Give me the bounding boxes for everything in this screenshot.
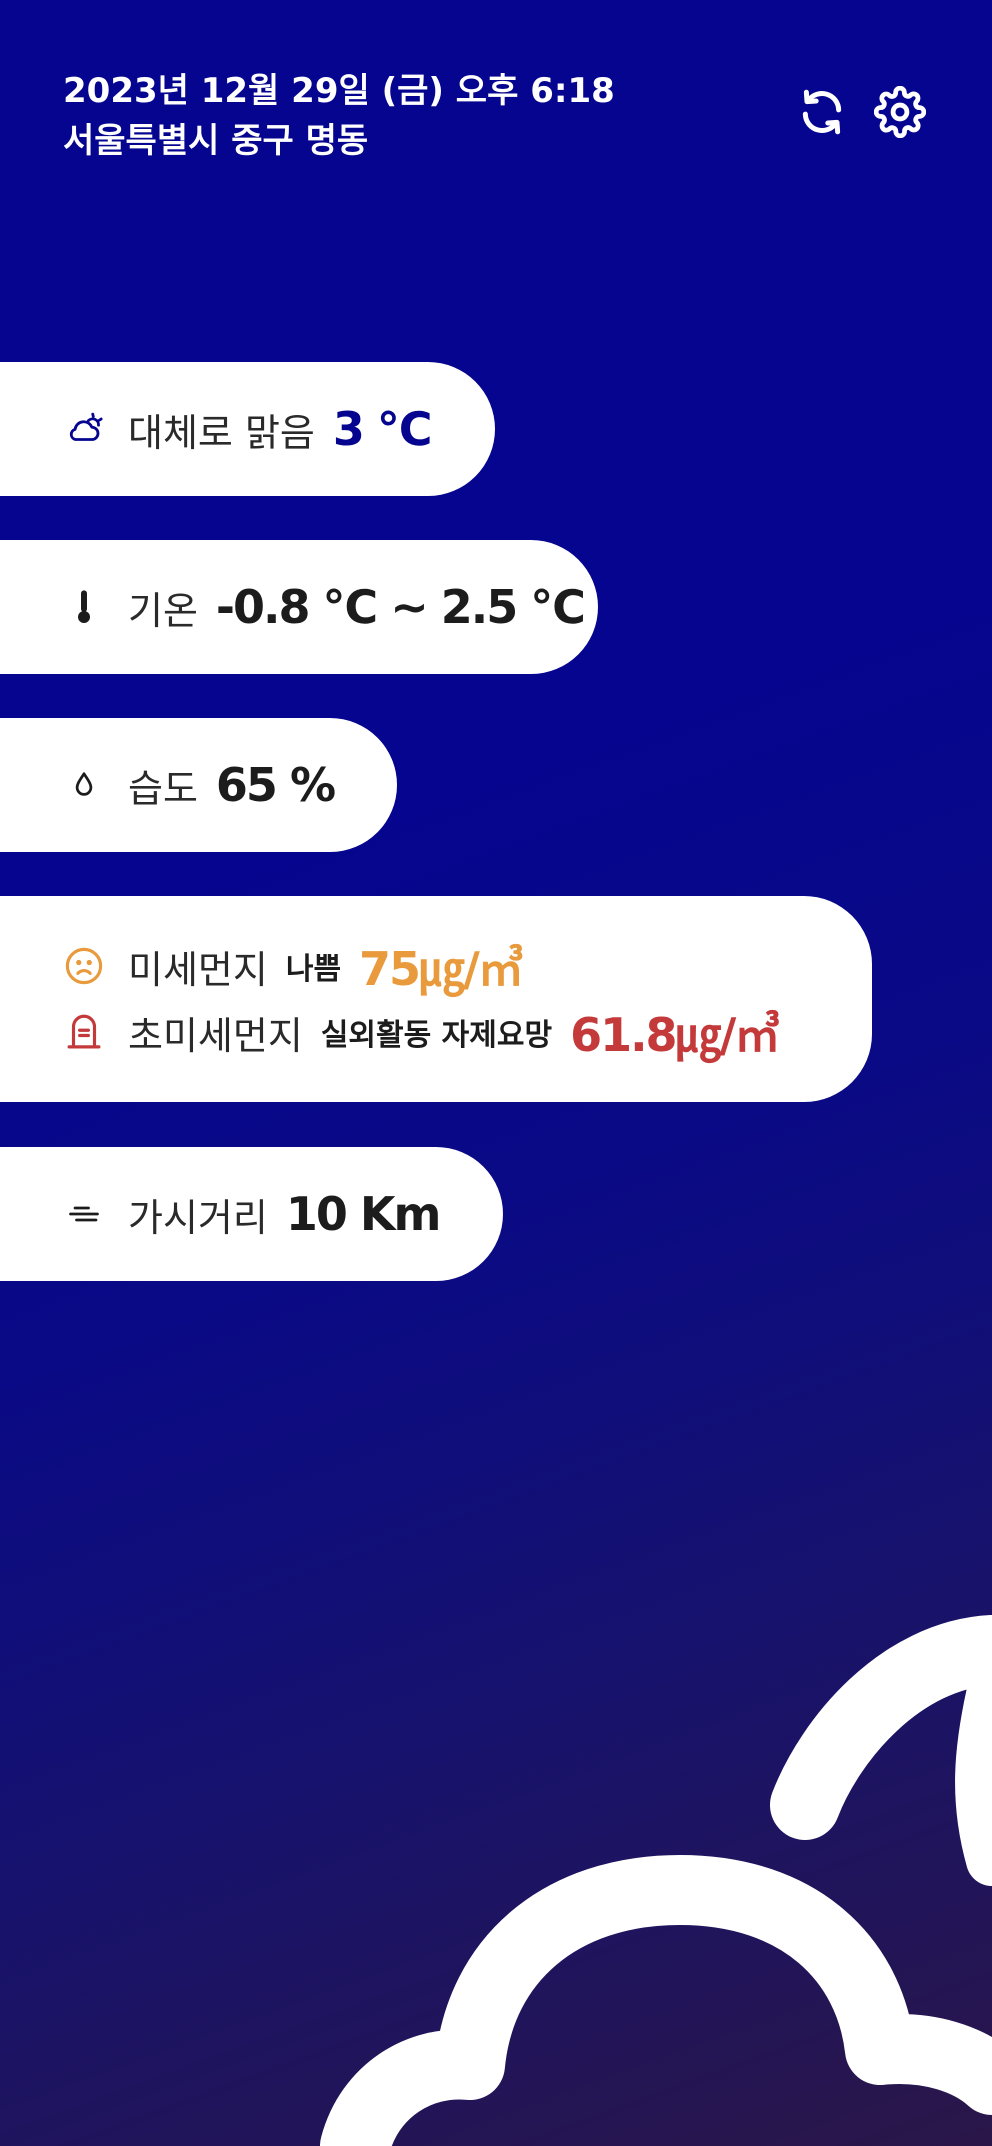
tombstone-icon: [62, 1010, 106, 1054]
sad-face-icon: [62, 944, 106, 988]
partly-cloudy-icon: [62, 407, 106, 451]
current-temperature: 3 ℃: [332, 402, 433, 456]
visibility-label: 가시거리: [128, 1195, 268, 1240]
droplet-icon: [62, 763, 106, 807]
cloud-arc-edge: [955, 1669, 992, 1886]
ultrafine-dust-value: 61.8㎍/㎥: [570, 1008, 780, 1062]
temperature-card: 기온 -0.8 ℃ ~ 2.5 ℃: [0, 540, 598, 674]
cloud-outline: [320, 1855, 992, 2146]
weather-condition-card: 대체로 맑음 3 ℃: [0, 362, 495, 496]
refresh-button[interactable]: [796, 86, 848, 138]
visibility-card: 가시거리 10 Km: [0, 1147, 503, 1281]
ultrafine-dust-row: 초미세먼지 실외활동 자제요망 61.8㎍/㎥: [62, 999, 780, 1065]
fine-dust-row: 미세먼지 나쁨 75㎍/㎥: [62, 933, 524, 999]
gear-icon: [874, 86, 926, 138]
temperature-range: -0.8 ℃ ~ 2.5 ℃: [215, 580, 586, 634]
humidity-card: 습도 65 %: [0, 718, 397, 852]
thermometer-icon: [62, 585, 106, 629]
cloud-arc-upper: [770, 1615, 992, 1840]
date-time: 2023년 12월 29일 (금) 오후 6:18: [63, 71, 615, 111]
visibility-value: 10 Km: [285, 1187, 442, 1241]
ultrafine-dust-label: 초미세먼지: [128, 1013, 303, 1058]
air-quality-card: 미세먼지 나쁨 75㎍/㎥ 초미세먼지 실외활동 자제요망 61.8㎍/㎥: [0, 896, 872, 1102]
temperature-label: 기온: [128, 588, 198, 633]
condition-label: 대체로 맑음: [128, 410, 315, 455]
header: 2023년 12월 29일 (금) 오후 6:18 서울특별시 중구 명동: [63, 66, 615, 166]
humidity-value: 65 %: [215, 758, 336, 812]
refresh-icon: [802, 89, 842, 135]
wind-lines-icon: [62, 1192, 106, 1236]
humidity-label: 습도: [128, 766, 198, 811]
fine-dust-label: 미세먼지: [128, 947, 268, 992]
fine-dust-value: 75㎍/㎥: [359, 942, 524, 996]
fine-dust-status: 나쁨: [285, 952, 342, 987]
ultrafine-dust-status: 실외활동 자제요망: [320, 1018, 553, 1053]
location: 서울특별시 중구 명동: [63, 121, 369, 161]
settings-button[interactable]: [874, 86, 926, 138]
header-actions: [796, 86, 926, 138]
